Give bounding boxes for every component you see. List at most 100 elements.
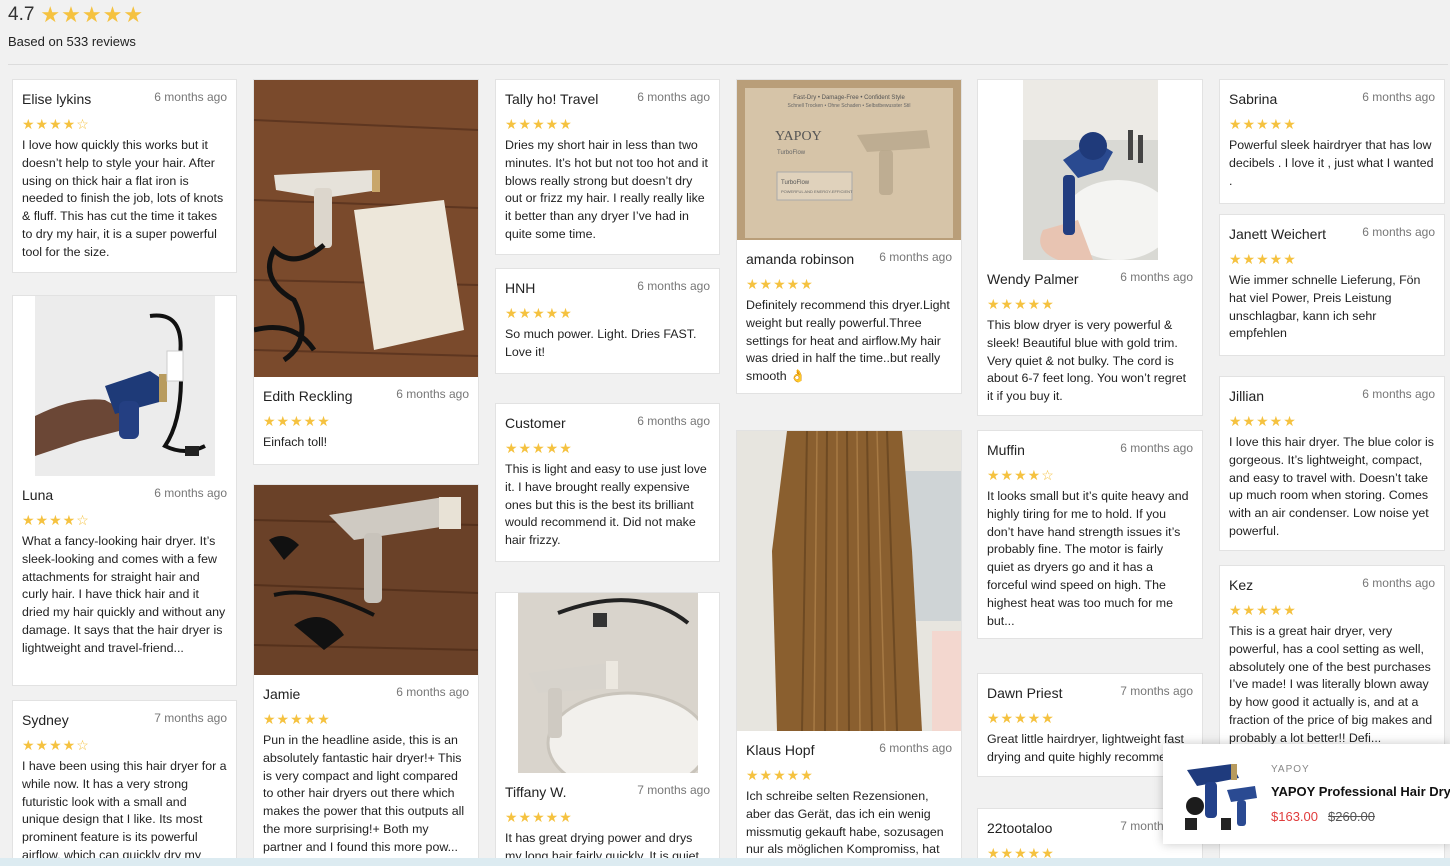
reviewer-name: Klaus Hopf (746, 742, 815, 758)
review-text: I have been using this hair dryer for a … (22, 759, 227, 860)
rating-stars: ★★★★★ (505, 305, 573, 321)
review-text: Pun in the headline aside, this is an ab… (263, 733, 465, 854)
product-popup[interactable]: YAPOY YAPOY Professional Hair Dry $163.0… (1163, 744, 1450, 844)
review-text: Powerful sleek hairdryer that has low de… (1229, 138, 1434, 188)
reviewer-name: Wendy Palmer (987, 271, 1079, 287)
svg-text:Schnell Trocken • Ohne Schaden: Schnell Trocken • Ohne Schaden • Selbstb… (787, 103, 910, 109)
rating-stars: ★★★★★ (505, 440, 573, 456)
review-card[interactable]: Luna 6 months ago ★★★★☆ What a fancy-look… (12, 295, 237, 686)
review-date: 6 months ago (879, 741, 952, 755)
rating-stars: ★★★★★ (263, 413, 331, 429)
review-photo[interactable] (35, 296, 215, 476)
review-text: Definitely recommend this dryer.Light we… (746, 298, 950, 384)
rating-stars: ★★★★☆ (22, 116, 90, 132)
rating-stars: ★★★★★ (505, 116, 573, 132)
review-date: 6 months ago (154, 486, 227, 500)
review-text: This is light and easy to use just love … (505, 462, 707, 548)
review-date: 6 months ago (637, 279, 710, 293)
review-card[interactable]: Edith Reckling 6 months ago ★★★★★ Einfach… (253, 79, 479, 465)
rating-stars: ★★★★★ (746, 767, 814, 783)
review-date: 6 months ago (154, 90, 227, 104)
reviewer-name: Kez (1229, 577, 1254, 593)
product-old-price: $260.00 (1328, 809, 1375, 824)
review-date: 6 months ago (1362, 90, 1435, 104)
review-card[interactable]: Muffin 6 months ago ★★★★☆ It looks small … (977, 430, 1203, 639)
svg-text:Fast-Dry • Damage-Free • Confi: Fast-Dry • Damage-Free • Confident Style (793, 95, 905, 101)
review-card[interactable]: HNH 6 months ago ★★★★★ So much power. Lig… (495, 268, 720, 374)
rating-stars: ★★★★★ (746, 276, 814, 292)
rating-stars: ★★★★☆ (987, 467, 1055, 483)
review-date: 7 months ago (637, 783, 710, 797)
review-count: Based on 533 reviews (8, 34, 136, 49)
reviewer-name: Customer (505, 415, 566, 431)
reviewer-name: 22tootaloo (987, 820, 1053, 836)
rating-stars: ★★★★★ (1229, 116, 1297, 132)
reviewer-name: Tiffany W. (505, 784, 567, 800)
rating-stars: ★★★★★ (1229, 602, 1297, 618)
reviewer-name: Dawn Priest (987, 685, 1063, 701)
reviewer-name: Sabrina (1229, 91, 1278, 107)
review-card[interactable]: Sydney 7 months ago ★★★★☆ I have been usi… (12, 700, 237, 860)
review-text: Dries my short hair in less than two min… (505, 138, 708, 241)
review-date: 7 months ago (154, 711, 227, 725)
reviewer-name: Sydney (22, 712, 69, 728)
review-date: 6 months ago (637, 414, 710, 428)
product-title[interactable]: YAPOY Professional Hair Dry (1271, 784, 1450, 799)
review-card[interactable]: Janett Weichert 6 months ago ★★★★★ Wie im… (1219, 214, 1445, 356)
review-text: I love this hair dryer. The blue color i… (1229, 435, 1435, 538)
review-date: 6 months ago (1120, 270, 1193, 284)
reviewer-name: Elise lykins (22, 91, 92, 107)
reviewer-name: Muffin (987, 442, 1025, 458)
reviewer-name: Jamie (263, 686, 301, 702)
review-photo[interactable] (518, 593, 698, 773)
rating-stars: ★★★★☆ (22, 512, 90, 528)
review-date: 6 months ago (637, 90, 710, 104)
review-card[interactable]: Sabrina 6 months ago ★★★★★ Powerful sleek… (1219, 79, 1445, 204)
review-photo[interactable] (254, 80, 478, 377)
average-stars: ★★★★★ (40, 2, 145, 27)
review-photo[interactable] (737, 431, 961, 731)
rating-stars: ★★★★★ (505, 809, 573, 825)
product-image[interactable] (1177, 756, 1259, 834)
review-card[interactable]: Wendy Palmer 6 months ago ★★★★★ This blow… (977, 79, 1203, 416)
review-text: This blow dryer is very powerful & sleek… (987, 318, 1187, 404)
review-card[interactable]: Klaus Hopf 6 months ago ★★★★★ Ich schreib… (736, 430, 962, 860)
review-card[interactable]: Customer 6 months ago ★★★★★ This is light… (495, 403, 720, 562)
review-text: It looks small but it’s quite heavy and … (987, 489, 1189, 628)
review-text: Wie immer schnelle Lieferung, Fön hat vi… (1229, 273, 1421, 341)
review-date: 7 months ago (1120, 684, 1193, 698)
review-card[interactable]: Jillian 6 months ago ★★★★★ I love this ha… (1219, 376, 1445, 551)
review-date: 6 months ago (1362, 576, 1435, 590)
review-text: Einfach toll! (263, 435, 328, 449)
review-date: 6 months ago (1362, 387, 1435, 401)
rating-summary: 4.7 ★★★★★ Based on 533 reviews (8, 2, 145, 50)
reviewer-name: Tally ho! Travel (505, 91, 599, 107)
review-card[interactable]: Elise lykins 6 months ago ★★★★☆ I love ho… (12, 79, 237, 273)
reviewer-name: Janett Weichert (1229, 226, 1327, 242)
product-price: $163.00 (1271, 809, 1318, 824)
review-card[interactable]: Tiffany W. 7 months ago ★★★★★ It has grea… (495, 592, 720, 860)
divider (8, 64, 1448, 65)
rating-stars: ★★★★★ (987, 296, 1055, 312)
review-photo[interactable]: Fast-Dry • Damage-Free • Confident Style… (737, 80, 961, 240)
product-brand: YAPOY (1271, 764, 1310, 775)
review-photo[interactable] (254, 485, 478, 675)
review-date: 6 months ago (1120, 441, 1193, 455)
bottom-bar (0, 858, 1450, 866)
reviewer-name: Edith Reckling (263, 388, 353, 404)
svg-text:TurboFlow: TurboFlow (777, 150, 806, 156)
svg-text:YAPOY: YAPOY (775, 129, 822, 144)
average-score: 4.7 (8, 4, 35, 25)
review-card[interactable]: Fast-Dry • Damage-Free • Confident Style… (736, 79, 962, 394)
review-date: 6 months ago (879, 250, 952, 264)
review-text: It has great drying power and drys my lo… (505, 831, 699, 860)
review-text: What a fancy-looking hair dryer. It’s sl… (22, 534, 226, 655)
review-date: 6 months ago (396, 387, 469, 401)
review-photo[interactable] (1023, 80, 1158, 260)
review-card[interactable]: Tally ho! Travel 6 months ago ★★★★★ Dries… (495, 79, 720, 255)
review-card[interactable]: Jamie 6 months ago ★★★★★ Pun in the headl… (253, 484, 479, 860)
reviewer-name: Jillian (1229, 388, 1265, 404)
review-text: This is a great hair dryer, very powerfu… (1229, 624, 1433, 745)
review-text: Ich schreibe selten Rezensionen, aber da… (746, 789, 944, 857)
svg-text:POWERFUL AND ENERGY-EFFICIENT: POWERFUL AND ENERGY-EFFICIENT (781, 189, 853, 194)
